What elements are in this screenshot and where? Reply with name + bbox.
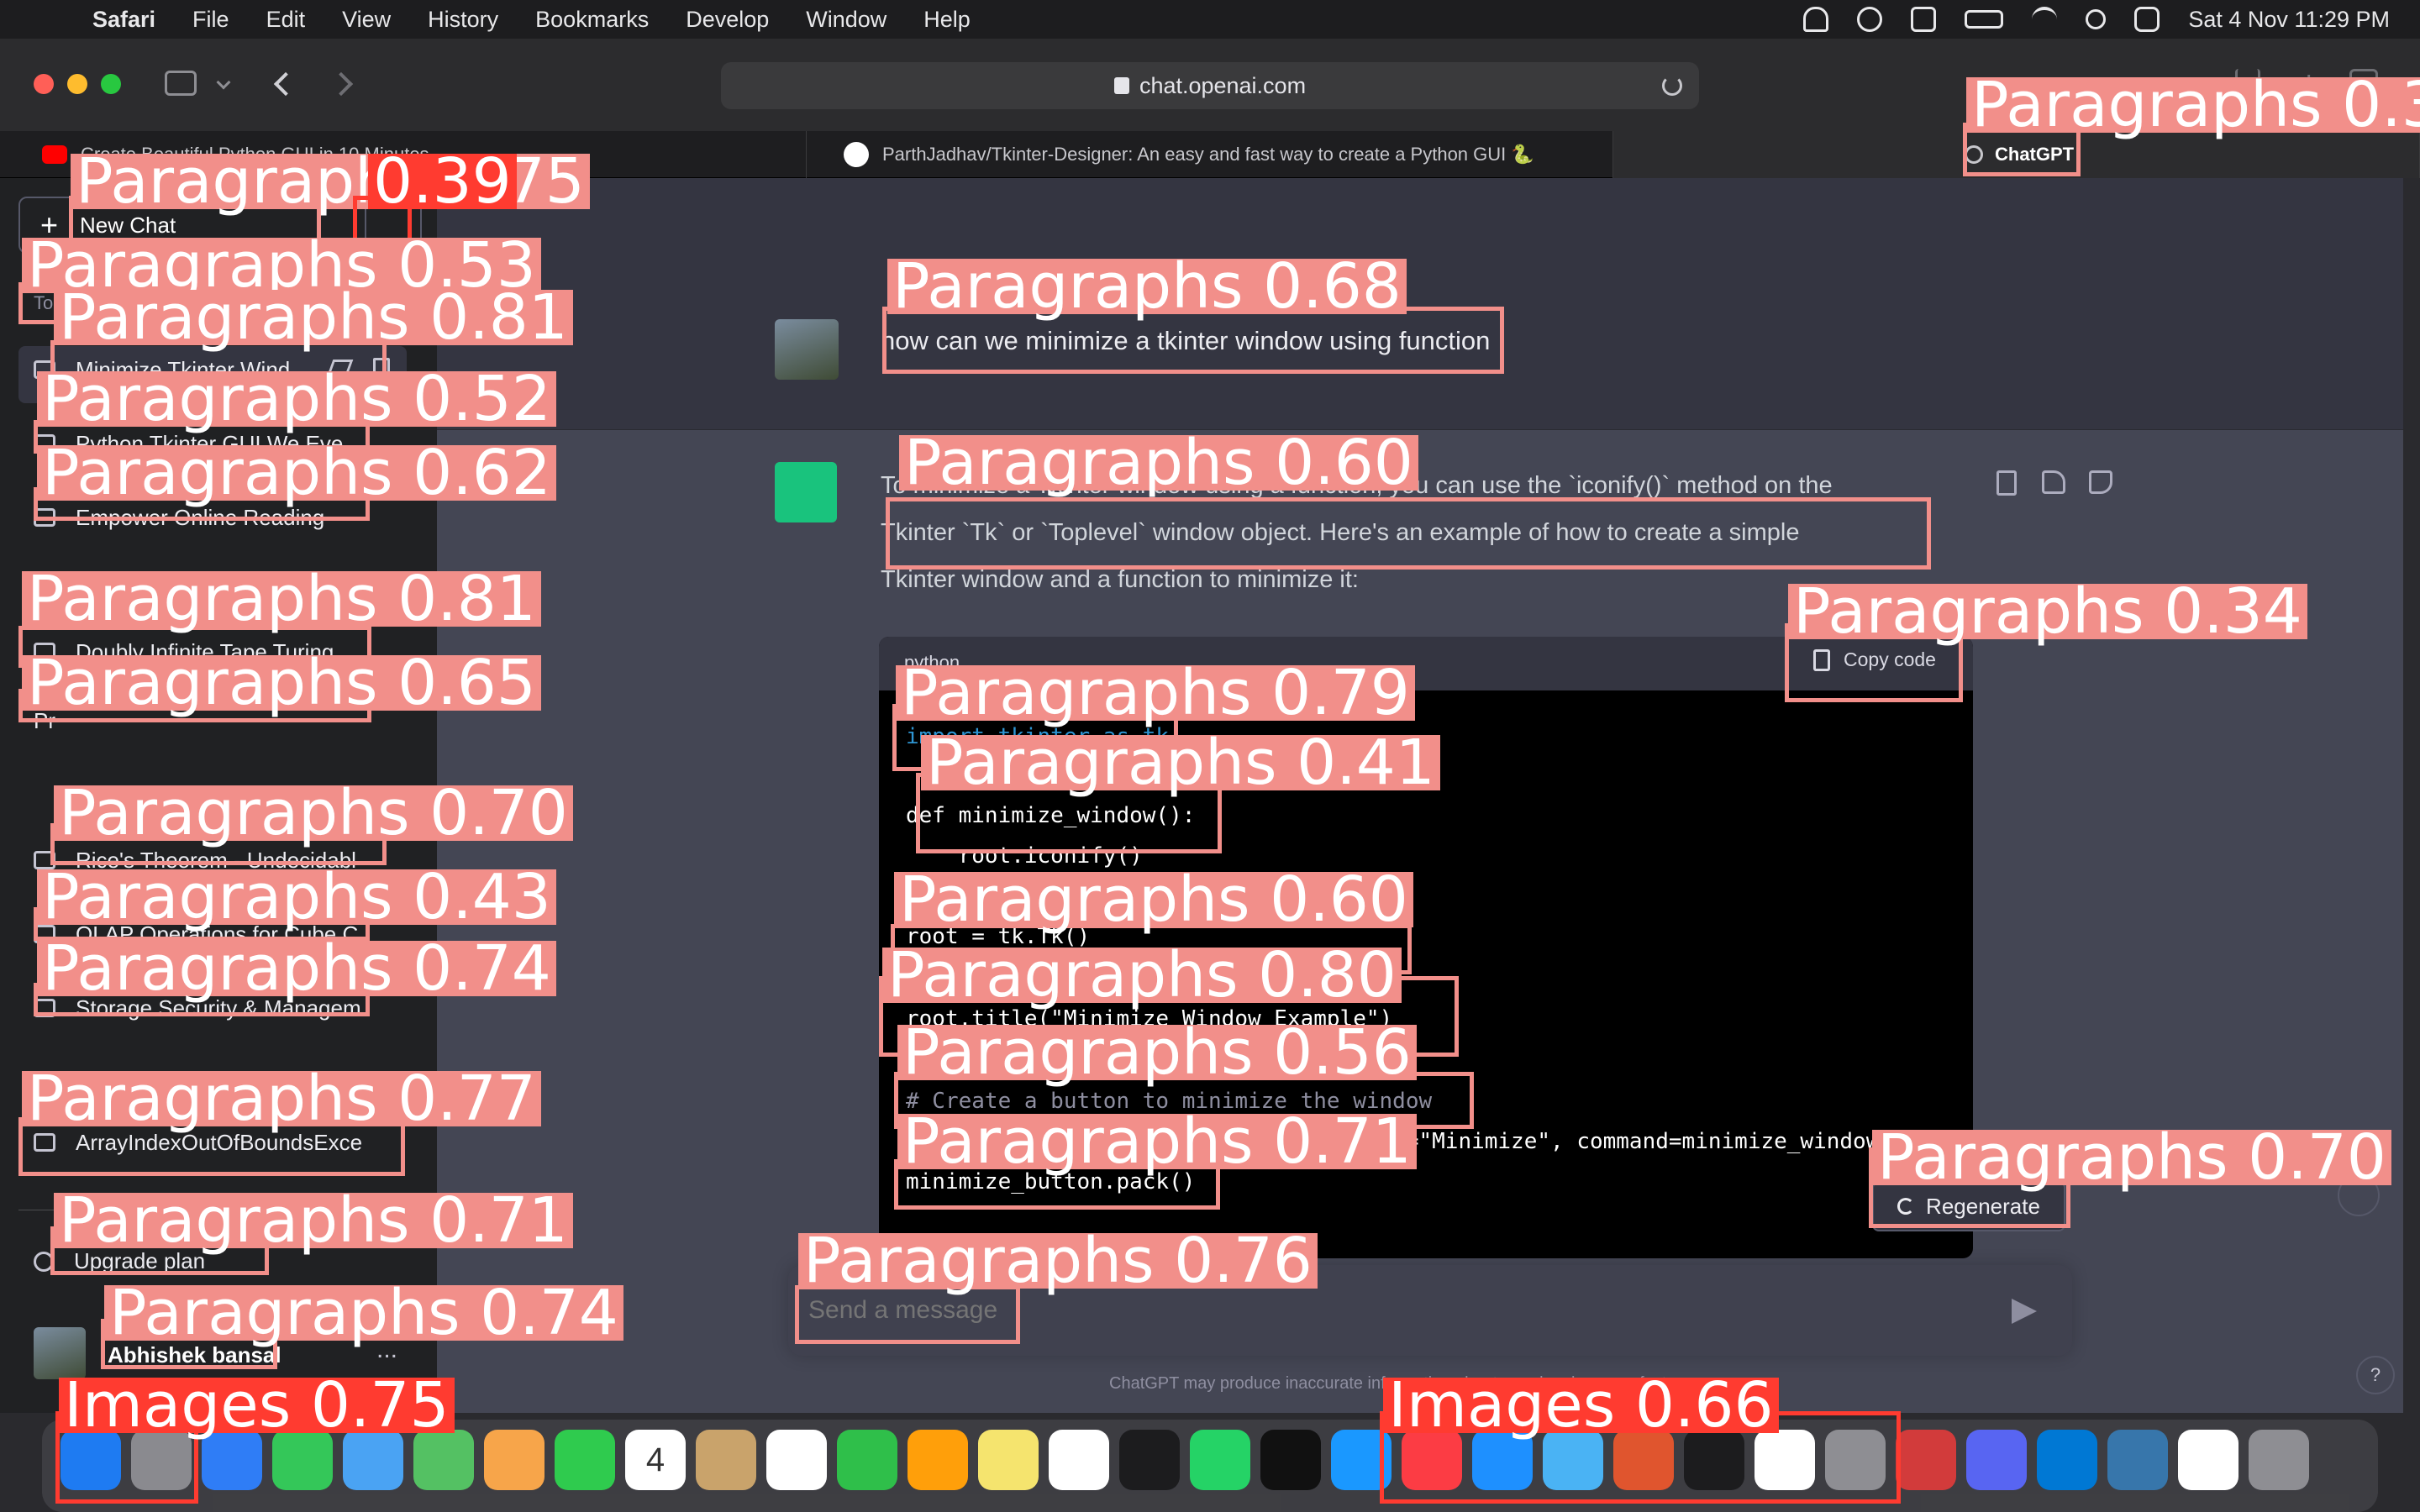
reminders-icon[interactable] (766, 1430, 827, 1490)
thumbs-up-icon[interactable] (2042, 470, 2065, 494)
detection-label: Paragraphs 0.74 (37, 937, 556, 1000)
detection-label: Paragraphs 0.62 (37, 442, 556, 504)
photos-icon[interactable] (484, 1430, 544, 1490)
detection-label: Paragraphs 0.70 (54, 782, 573, 844)
stocks-icon[interactable] (1119, 1430, 1180, 1490)
detection-label: Paragraphs 0.60 (899, 432, 1418, 494)
detection-label: Paragraphs 0.71 (54, 1189, 573, 1252)
menu-datetime[interactable]: Sat 4 Nov 11:29 PM (2188, 7, 2390, 33)
tab-github-label: ParthJadhav/Tkinter-Designer: An easy an… (882, 144, 1534, 165)
menu-history[interactable]: History (428, 7, 498, 33)
tv-icon[interactable] (1260, 1430, 1321, 1490)
photo-booth-icon[interactable] (1896, 1430, 1956, 1490)
menu-bar: Safari File Edit View History Bookmarks … (0, 0, 2420, 39)
youtube-icon (42, 145, 67, 164)
zoom-window-button[interactable] (101, 74, 121, 94)
headphones-icon[interactable] (1803, 7, 1829, 32)
menu-help[interactable]: Help (923, 7, 971, 33)
url-text: chat.openai.com (1139, 72, 1307, 98)
python-icon[interactable] (2107, 1430, 2168, 1490)
notes-icon[interactable] (978, 1430, 1039, 1490)
freeform-icon[interactable] (1049, 1430, 1109, 1490)
detection-label: Paragraphs 0.81 (22, 568, 541, 630)
detection-label: Paragraphs 0.60 (894, 869, 1413, 931)
detection-label: Paragraphs 0.70 (1872, 1126, 2391, 1189)
detection-label: Paragraphs 0.81 (54, 286, 573, 349)
menu-window[interactable]: Window (806, 7, 886, 33)
detection-label: Paragraphs 0.43 (37, 866, 556, 928)
detection-label: Paragraphs 0.41 (921, 732, 1440, 794)
reload-icon[interactable] (1662, 76, 1682, 96)
pages-icon[interactable] (908, 1430, 968, 1490)
numbers-icon[interactable] (837, 1430, 897, 1490)
search-icon[interactable] (2086, 9, 2107, 29)
menu-bookmarks[interactable]: Bookmarks (535, 7, 649, 33)
address-bar[interactable]: chat.openai.com (721, 62, 1699, 109)
discord-icon[interactable] (1966, 1430, 2027, 1490)
detection-label: Paragraphs 0.34 (1788, 580, 2307, 643)
copy-message-icon[interactable] (1996, 470, 2017, 496)
assistant-text-line3: Tkinter window and a function to minimiz… (881, 566, 1359, 593)
menu-app-name[interactable]: Safari (92, 7, 155, 33)
lock-icon (1113, 77, 1129, 94)
detection-label: Paragraphs 0.71 (897, 1110, 1417, 1173)
detection-box (886, 497, 1931, 570)
help-icon[interactable]: ? (2356, 1356, 2395, 1394)
file-icon[interactable] (2178, 1430, 2238, 1490)
calendar-icon[interactable]: 4 (625, 1430, 686, 1490)
sidebar-toggle-icon[interactable] (165, 71, 197, 96)
whatsapp-icon[interactable] (1190, 1430, 1250, 1490)
chatgpt-avatar-icon (775, 462, 837, 522)
close-window-button[interactable] (34, 74, 54, 94)
contacts-icon[interactable] (696, 1430, 756, 1490)
user-avatar-message (775, 319, 839, 380)
menu-file[interactable]: File (192, 7, 229, 33)
detection-label: Paragraphs 0.74 (104, 1282, 623, 1344)
thumbs-down-icon[interactable] (2089, 470, 2112, 494)
wifi-icon[interactable] (2032, 7, 2058, 32)
menu-edit[interactable]: Edit (266, 7, 306, 33)
detection-label: Paragraphs 0.3 (1966, 74, 2420, 136)
detection-label: Paragraphs 0.68 (887, 255, 1407, 318)
send-icon[interactable] (2012, 1299, 2037, 1324)
detection-label: Paragraphs 0.56 (897, 1021, 1417, 1084)
minimize-window-button[interactable] (67, 74, 87, 94)
detection-label: Paragraphs 0.79 (896, 662, 1415, 724)
detection-label: 0.39 (368, 150, 517, 213)
detection-label: Paragraphs 0.76 (798, 1230, 1318, 1292)
play-icon[interactable] (1857, 7, 1883, 32)
trash-icon[interactable] (2249, 1430, 2309, 1490)
menu-develop[interactable]: Develop (686, 7, 769, 33)
facetime-icon[interactable] (555, 1430, 615, 1490)
detection-label: Paragraphs 0.77 (22, 1068, 541, 1130)
control-center-icon[interactable] (2134, 7, 2160, 32)
detection-label: Paragraphs 0.80 (882, 944, 1402, 1006)
tab-github[interactable]: ParthJadhav/Tkinter-Designer: An easy an… (807, 131, 1613, 178)
detection-label: Images 0.66 (1383, 1374, 1779, 1436)
detection-label: Paragraphs 0.52 (37, 368, 556, 430)
battery-icon[interactable] (1965, 10, 2004, 29)
detection-label: Paragraphs 0.65 (22, 652, 541, 714)
menu-view[interactable]: View (342, 7, 391, 33)
vpn-icon[interactable] (1911, 7, 1937, 32)
github-icon (844, 142, 869, 167)
vscode-icon[interactable] (2037, 1430, 2097, 1490)
detection-label: Images 0.75 (59, 1374, 455, 1436)
